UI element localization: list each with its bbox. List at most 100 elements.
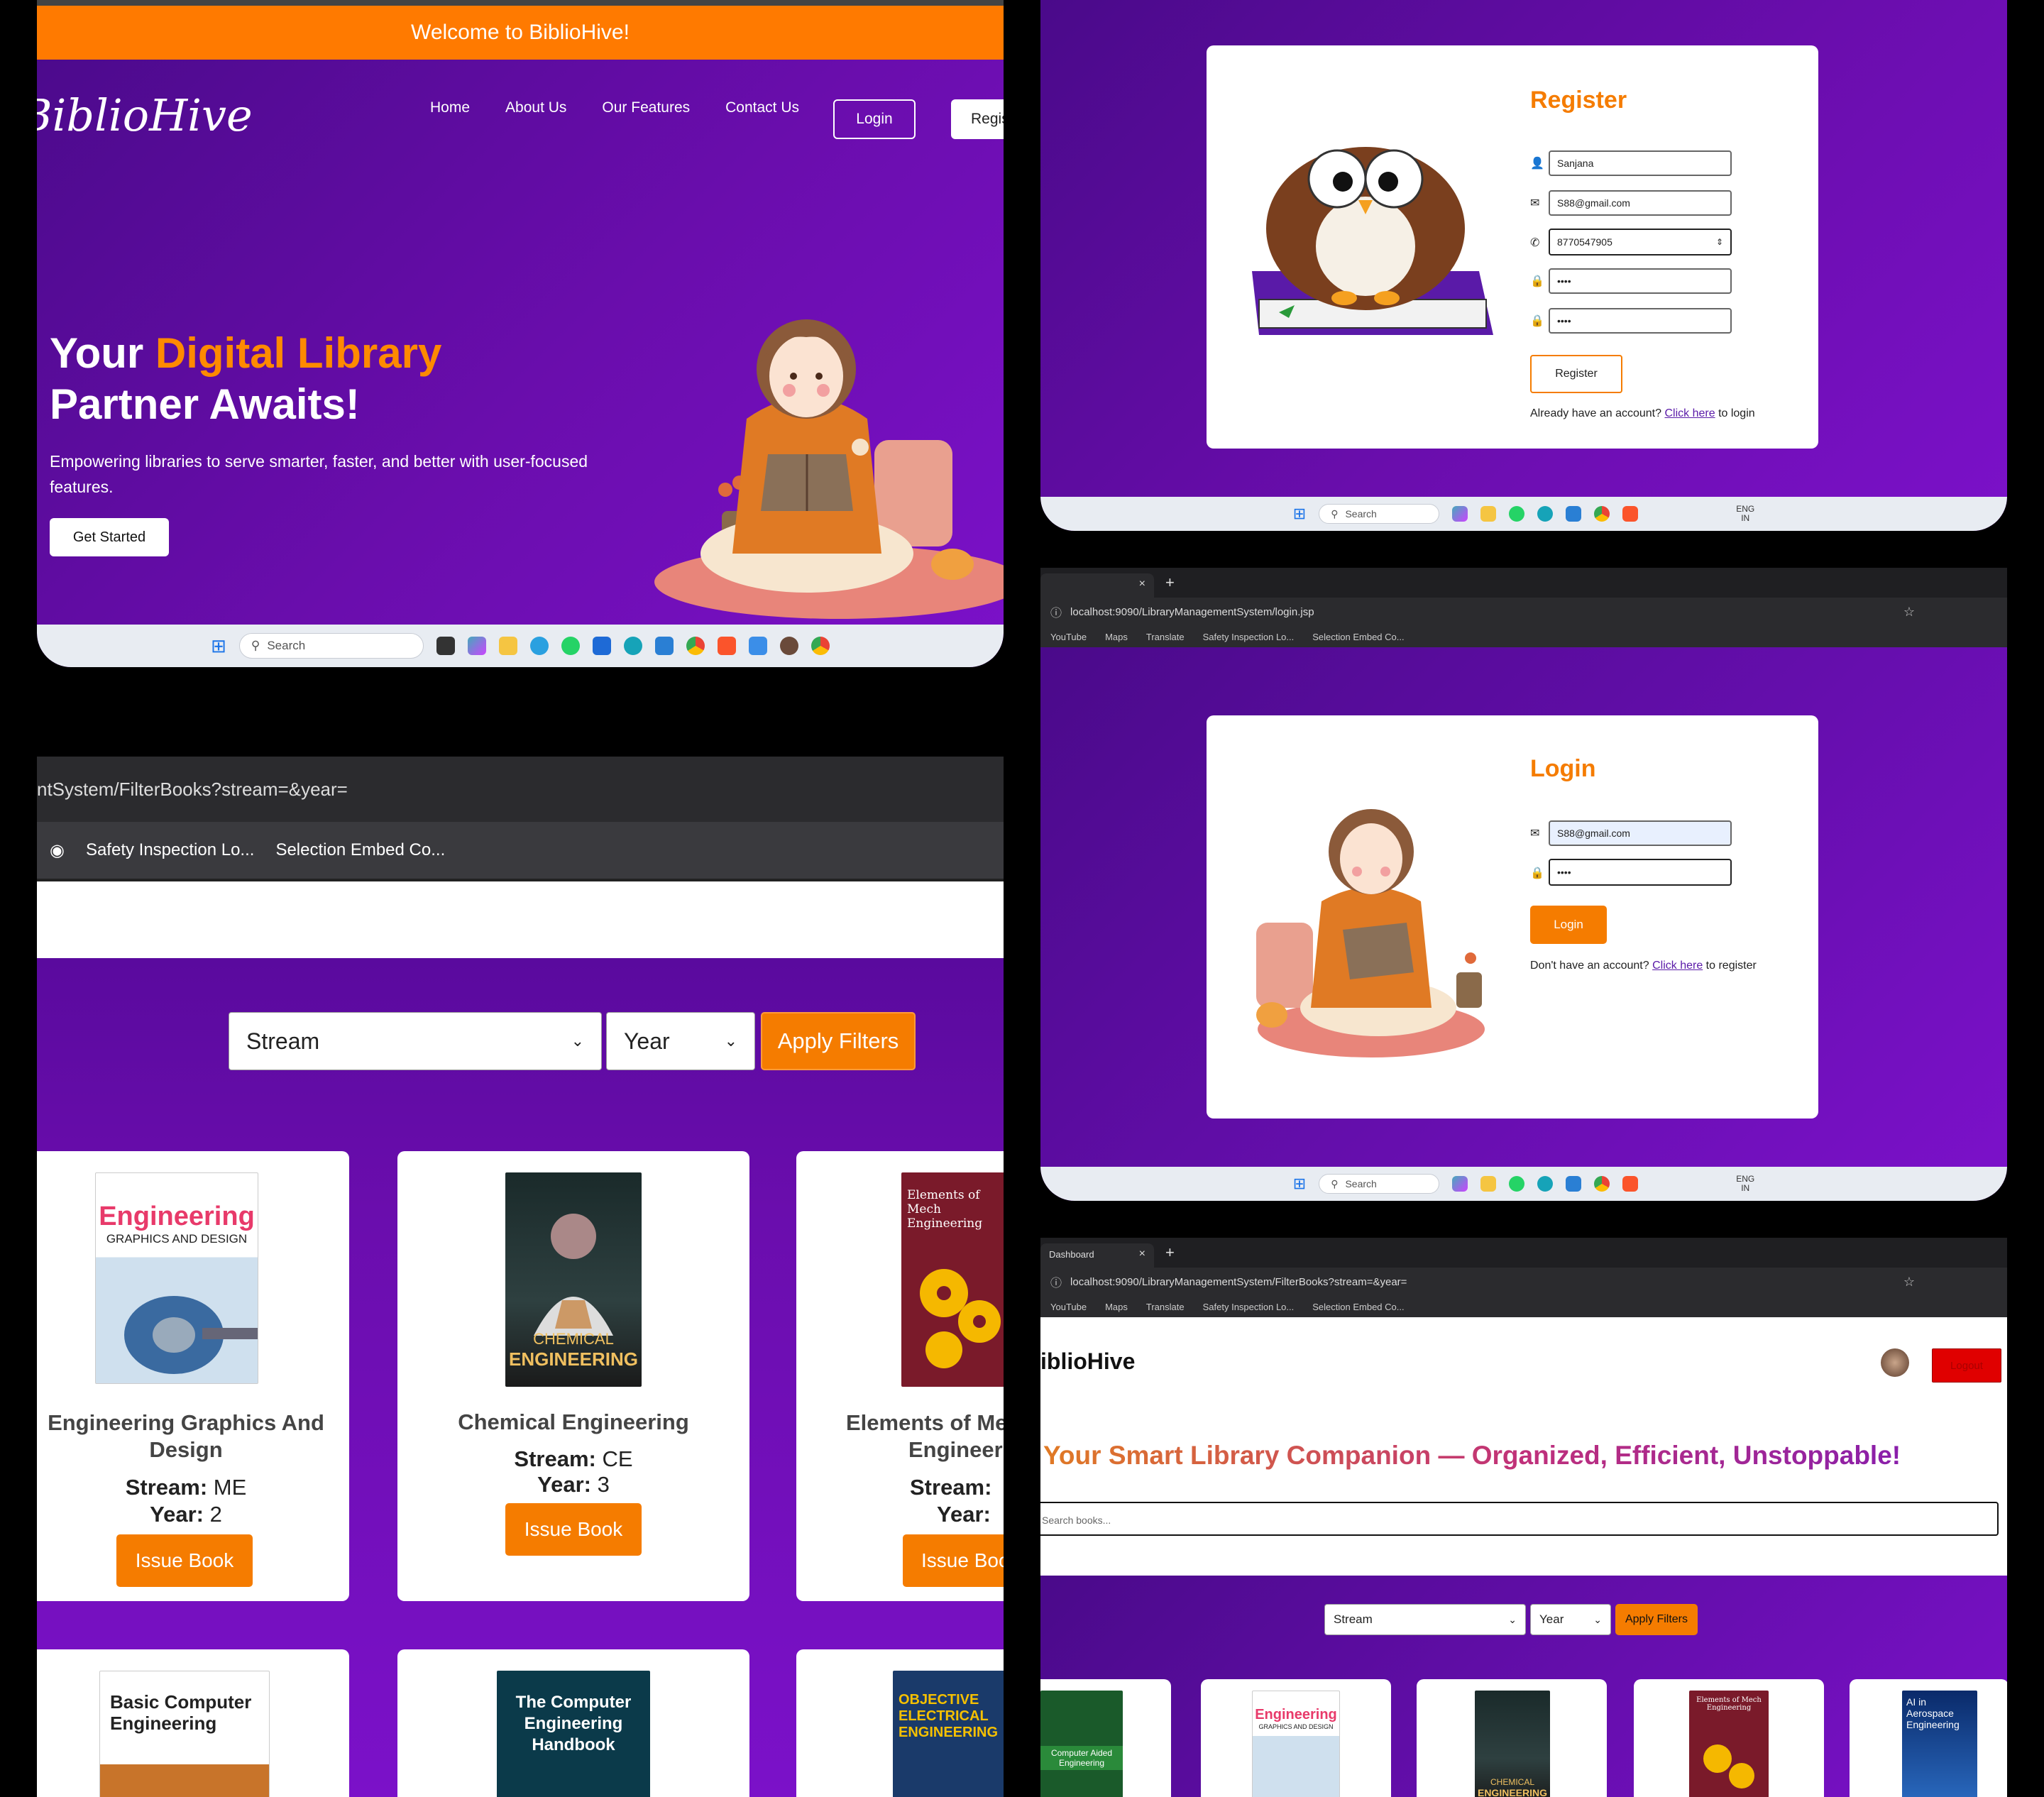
- apply-filters-button[interactable]: Apply Filters: [761, 1012, 916, 1070]
- issue-book-button[interactable]: Issue Book: [116, 1534, 253, 1587]
- copilot-icon[interactable]: [1452, 506, 1468, 522]
- bookmark-safety[interactable]: Safety Inspection Lo...: [1203, 632, 1295, 642]
- folder-icon[interactable]: [1480, 1176, 1497, 1192]
- issue-book-button[interactable]: Issue Boo: [903, 1534, 1004, 1587]
- year-select[interactable]: Year ⌄: [606, 1012, 755, 1070]
- edge-icon[interactable]: [1537, 1176, 1554, 1192]
- year-select[interactable]: Year ⌄: [1530, 1604, 1611, 1635]
- globe-icon[interactable]: ◉: [50, 840, 65, 861]
- vscode-icon[interactable]: [1566, 506, 1582, 522]
- phone-field[interactable]: 8770547905 ⇕: [1549, 229, 1732, 255]
- book-card: CHEMICAL ENGINEERING Chemical Engineerin…: [397, 1151, 749, 1601]
- login-button[interactable]: Login: [833, 99, 916, 139]
- telegram-icon[interactable]: [529, 637, 549, 655]
- nav-home[interactable]: Home: [430, 99, 470, 116]
- edge-icon[interactable]: [1537, 506, 1554, 522]
- brave-icon[interactable]: [1622, 1176, 1639, 1192]
- email-field[interactable]: S88@gmail.com: [1549, 190, 1732, 216]
- brave-icon[interactable]: [1622, 506, 1639, 522]
- folder-icon[interactable]: [498, 637, 517, 655]
- taskbar-search[interactable]: ⚲ Search: [1319, 1174, 1440, 1194]
- stream-select[interactable]: Stream ⌄: [229, 1012, 602, 1070]
- app-icon[interactable]: [779, 637, 798, 655]
- site-logo[interactable]: BiblioHive: [37, 89, 253, 141]
- bookmark-safety[interactable]: Safety Inspection Lo...: [1203, 1302, 1295, 1312]
- register-submit-button[interactable]: Register: [1530, 355, 1622, 393]
- bookmark-selection[interactable]: Selection Embed Co...: [1312, 1302, 1404, 1312]
- whatsapp-icon[interactable]: [561, 637, 580, 655]
- chrome-icon[interactable]: [1594, 506, 1610, 522]
- nav-features[interactable]: Our Features: [602, 99, 690, 116]
- book-card: OBJECTIVE ELECTRICAL ENGINEERING: [796, 1649, 1004, 1797]
- nav-about[interactable]: About Us: [505, 99, 566, 116]
- dashboard-tab[interactable]: Dashboard ×: [1040, 1243, 1154, 1268]
- brave-icon[interactable]: [717, 637, 736, 655]
- bookmark-translate[interactable]: Translate: [1146, 1302, 1185, 1312]
- confirm-password-field[interactable]: ••••: [1549, 308, 1732, 334]
- chrome-icon[interactable]: [1594, 1176, 1610, 1192]
- bookmark-youtube[interactable]: YouTube: [1050, 632, 1087, 642]
- start-icon[interactable]: ⊞: [211, 635, 226, 657]
- whatsapp-icon[interactable]: [1509, 1176, 1525, 1192]
- headline-accent: Digital Library: [155, 329, 442, 377]
- star-icon[interactable]: ☆: [1903, 1275, 1915, 1290]
- logout-button[interactable]: Logout: [1932, 1348, 2001, 1383]
- avatar[interactable]: [1881, 1348, 1909, 1377]
- login-submit-button[interactable]: Login: [1530, 906, 1607, 944]
- nav-contact[interactable]: Contact Us: [725, 99, 799, 116]
- start-icon[interactable]: ⊞: [1293, 505, 1306, 523]
- apply-filters-button[interactable]: Apply Filters: [1615, 1604, 1698, 1635]
- chrome-active-icon[interactable]: [811, 637, 830, 655]
- copilot-icon[interactable]: [467, 637, 486, 655]
- info-icon[interactable]: ⓘ: [1050, 1273, 1062, 1290]
- bookmark-selection[interactable]: Selection Embed Co...: [1312, 632, 1404, 642]
- login-password-field[interactable]: ••••: [1549, 859, 1732, 886]
- get-started-button[interactable]: Get Started: [50, 518, 169, 556]
- bookmark-safety[interactable]: Safety Inspection Lo...: [86, 840, 254, 860]
- login-url[interactable]: localhost:9090/LibraryManagementSystem/l…: [1070, 606, 1314, 618]
- chrome-icon[interactable]: [686, 637, 705, 655]
- bookmark-translate[interactable]: Translate: [1146, 632, 1185, 642]
- taskview-icon[interactable]: [436, 637, 455, 655]
- whatsapp-icon[interactable]: [1509, 506, 1525, 522]
- tray-lang[interactable]: ENG IN: [1736, 505, 1754, 523]
- close-tab-icon[interactable]: ×: [1139, 1248, 1145, 1260]
- new-tab-icon[interactable]: +: [1165, 573, 1175, 592]
- mail-icon[interactable]: [592, 637, 611, 655]
- register-button[interactable]: Register: [951, 99, 1004, 139]
- browser-tab[interactable]: ×: [1040, 573, 1154, 598]
- taskbar-search[interactable]: ⚲ Search: [238, 633, 424, 659]
- vscode-icon[interactable]: [654, 637, 674, 655]
- notepad-icon[interactable]: [748, 637, 767, 655]
- login-email-field[interactable]: S88@gmail.com: [1549, 820, 1732, 846]
- star-icon[interactable]: ☆: [1903, 605, 1915, 620]
- copilot-icon[interactable]: [1452, 1176, 1468, 1192]
- search-books-input[interactable]: Search books...: [1040, 1502, 1999, 1536]
- vscode-icon[interactable]: [1566, 1176, 1582, 1192]
- new-tab-icon[interactable]: +: [1165, 1243, 1175, 1262]
- taskbar-search[interactable]: ⚲ Search: [1319, 504, 1440, 524]
- close-tab-icon[interactable]: ×: [1139, 578, 1145, 590]
- folder-icon[interactable]: [1480, 506, 1497, 522]
- stream-select[interactable]: Stream ⌄: [1324, 1604, 1526, 1635]
- tray-lang[interactable]: ENG IN: [1736, 1175, 1754, 1193]
- bookmark-maps[interactable]: Maps: [1105, 1302, 1128, 1312]
- year-select-label: Year: [624, 1028, 670, 1054]
- phone-value: 8770547905: [1557, 236, 1612, 248]
- dashboard-url[interactable]: localhost:9090/LibraryManagementSystem/F…: [1070, 1276, 1407, 1288]
- bookmark-youtube[interactable]: YouTube: [1050, 1302, 1087, 1312]
- partial-url[interactable]: ntSystem/FilterBooks?stream=&year=: [37, 779, 348, 801]
- dashboard-logo[interactable]: iblioHive: [1040, 1348, 1135, 1375]
- bookmark-maps[interactable]: Maps: [1105, 632, 1128, 642]
- windows-taskbar: ⊞ ⚲ Search: [37, 625, 1004, 667]
- bookmark-selection[interactable]: Selection Embed Co...: [275, 840, 445, 860]
- name-field[interactable]: Sanjana: [1549, 150, 1732, 176]
- issue-book-button[interactable]: Issue Book: [505, 1503, 642, 1556]
- register-link[interactable]: Click here: [1652, 960, 1703, 972]
- start-icon[interactable]: ⊞: [1293, 1175, 1306, 1193]
- edge-icon[interactable]: [623, 637, 642, 655]
- info-icon[interactable]: ⓘ: [1050, 603, 1062, 620]
- password-field[interactable]: ••••: [1549, 268, 1732, 294]
- login-link[interactable]: Click here: [1664, 407, 1715, 419]
- spinner-icon[interactable]: ⇕: [1716, 237, 1723, 247]
